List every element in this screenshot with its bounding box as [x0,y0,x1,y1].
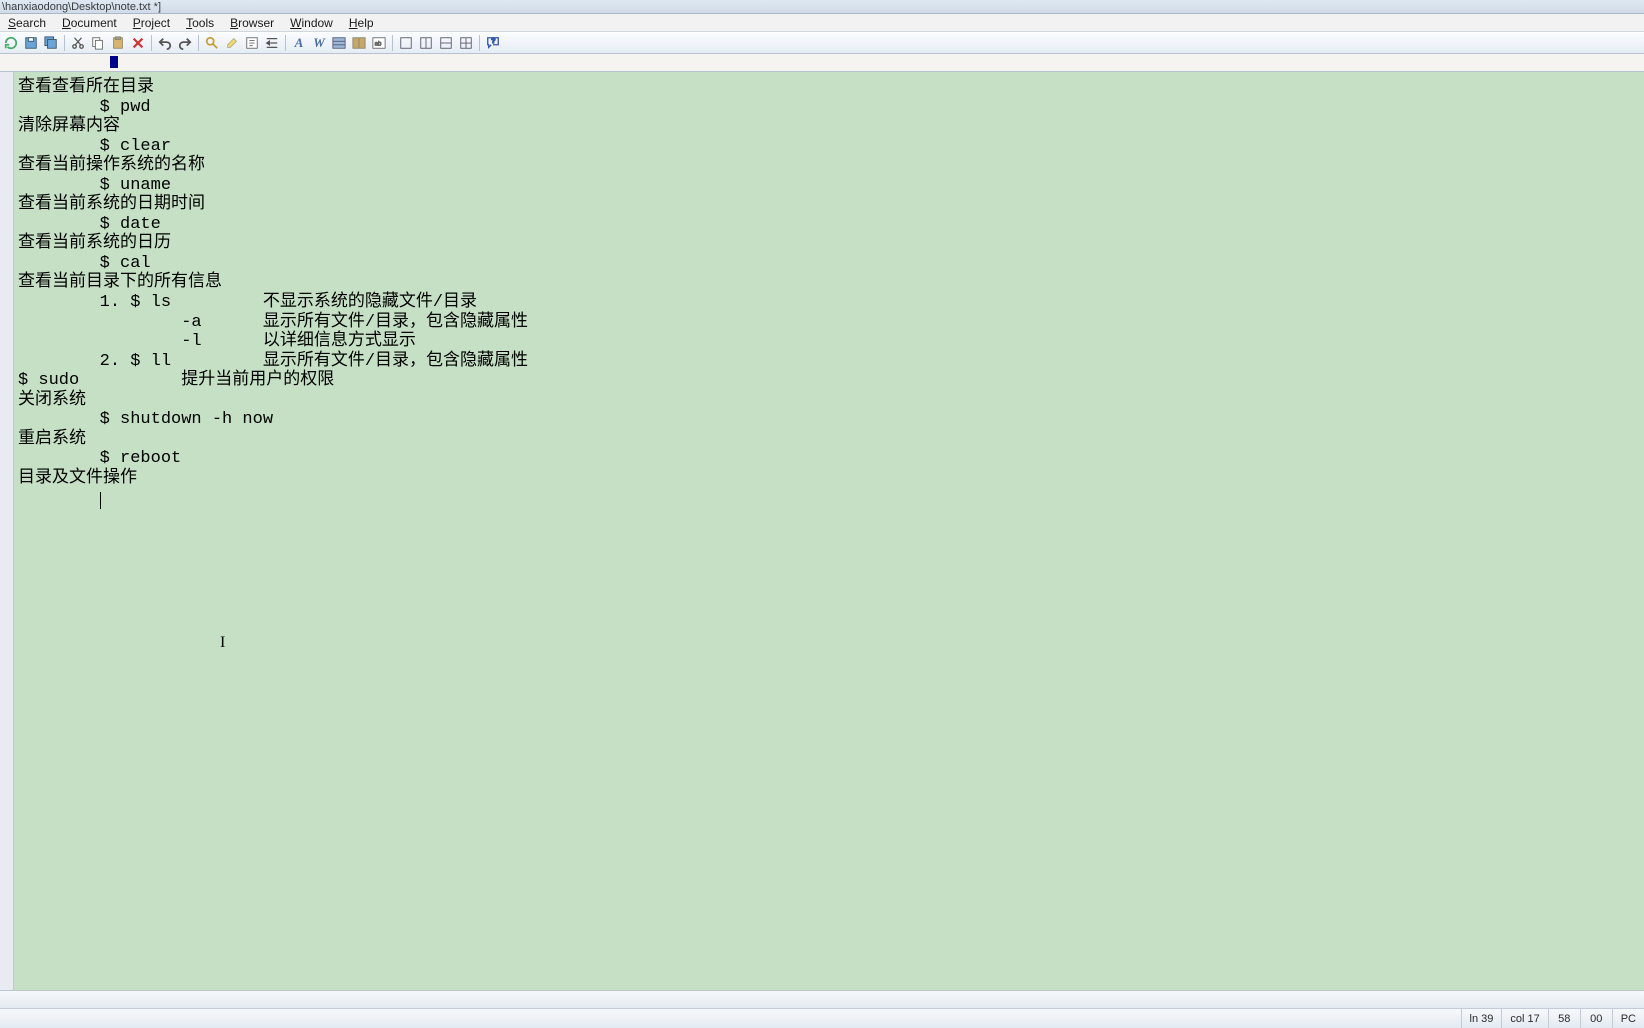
grid-icon[interactable] [350,34,368,52]
redo-icon[interactable] [176,34,194,52]
line-numbers-icon[interactable] [330,34,348,52]
editor-line: 关闭系统 [18,391,1640,411]
editor-line: -a 显示所有文件/目录，包含隐藏属性 [18,313,1640,333]
status-val1: 58 [1548,1009,1580,1028]
status-col: col 17 [1501,1009,1547,1028]
editor-line: 查看查看所在目录 [18,78,1640,98]
gutter [0,72,14,990]
text-cursor-ibeam: I [220,634,225,652]
highlight-icon[interactable] [223,34,241,52]
status-val2: 00 [1580,1009,1612,1028]
title-bar: \hanxiaodong\Desktop\note.txt *] [0,0,1644,14]
layout-4-icon[interactable] [457,34,475,52]
editor-line: 查看当前系统的日期时间 [18,195,1640,215]
menu-tools[interactable]: Tools [180,16,220,30]
save-icon[interactable] [22,34,40,52]
editor-line: $ reboot [18,449,1640,469]
find-icon[interactable] [203,34,221,52]
encoding-icon[interactable]: ab [370,34,388,52]
menu-window[interactable]: Window [284,16,339,30]
status-bar: ln 39 col 17 58 00 PC [0,1008,1644,1028]
paste-icon[interactable] [109,34,127,52]
layout-1-icon[interactable] [397,34,415,52]
editor-line: 重启系统 [18,430,1640,450]
editor-line: $ sudo 提升当前用户的权限 [18,371,1640,391]
file-path: \hanxiaodong\Desktop\note.txt *] [2,1,161,13]
bottom-tab-strip [0,990,1644,1008]
cut-icon[interactable] [69,34,87,52]
editor-line: 清除屏幕内容 [18,117,1640,137]
italic-icon[interactable]: A [290,34,308,52]
editor-line: $ uname [18,176,1640,196]
ruler: ----1----+----2----+----3----+----4----+… [0,54,1644,72]
undo-icon[interactable] [156,34,174,52]
toolbar: A W ab ? [0,32,1644,54]
indent-icon[interactable] [263,34,281,52]
editor-line: $ cal [18,254,1640,274]
save-all-icon[interactable] [42,34,60,52]
help-icon[interactable]: ? [484,34,502,52]
editor-line: $ pwd [18,98,1640,118]
editor-line: 2. $ ll 显示所有文件/目录，包含隐藏属性 [18,352,1640,372]
svg-text:ab: ab [375,41,382,48]
menu-document[interactable]: Document [56,16,123,30]
status-mode: PC [1612,1009,1644,1028]
editor-line: 查看当前操作系统的名称 [18,156,1640,176]
reload-icon[interactable] [2,34,20,52]
editor-line: -l 以详细信息方式显示 [18,332,1640,352]
menu-bar: Search Document Project Tools Browser Wi… [0,14,1644,32]
editor-line: $ shutdown -h now [18,410,1640,430]
menu-help[interactable]: Help [343,16,380,30]
editor-line: 目录及文件操作 [18,469,1640,489]
editor-line: 查看当前系统的日历 [18,234,1640,254]
ruler-caret-marker [110,56,118,68]
layout-2-icon[interactable] [417,34,435,52]
close-icon[interactable] [129,34,147,52]
layout-3-icon[interactable] [437,34,455,52]
editor-area: 查看查看所在目录 $ pwd清除屏幕内容 $ clear查看当前操作系统的名称 … [0,72,1644,990]
menu-search[interactable]: Search [2,16,52,30]
menu-browser[interactable]: Browser [224,16,280,30]
editor-line: 1. $ ls 不显示系统的隐藏文件/目录 [18,293,1640,313]
editor-line: 查看当前目录下的所有信息 [18,273,1640,293]
bookmark-icon[interactable] [243,34,261,52]
editor-line: $ clear [18,137,1640,157]
status-line: ln 39 [1461,1009,1502,1028]
svg-text:?: ? [491,38,495,45]
wrap-icon[interactable]: W [310,34,328,52]
copy-icon[interactable] [89,34,107,52]
editor-line: $ date [18,215,1640,235]
text-editor[interactable]: 查看查看所在目录 $ pwd清除屏幕内容 $ clear查看当前操作系统的名称 … [14,72,1644,990]
editor-line [18,488,1640,508]
menu-project[interactable]: Project [127,16,176,30]
